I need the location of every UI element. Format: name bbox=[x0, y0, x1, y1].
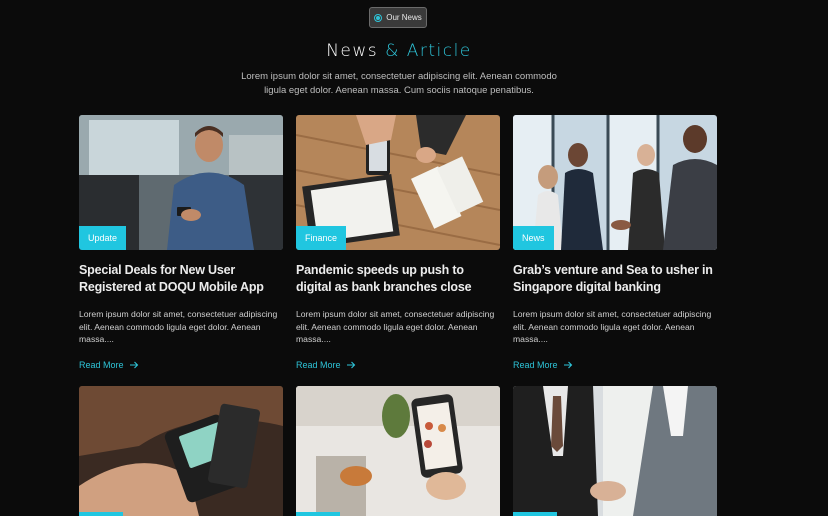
article-excerpt: Lorem ipsum dolor sit amet, consectetuer… bbox=[296, 309, 495, 344]
article-excerpt: Lorem ipsum dolor sit amet, consectetuer… bbox=[513, 309, 712, 344]
article-image[interactable] bbox=[296, 386, 500, 516]
article-image[interactable] bbox=[79, 386, 283, 516]
read-more-label: Read More bbox=[296, 359, 341, 370]
arrow-right-icon bbox=[563, 361, 572, 368]
title-accent: & Article bbox=[385, 41, 472, 61]
arrow-right-icon bbox=[129, 361, 138, 368]
dot-circle-icon bbox=[374, 13, 383, 22]
category-tag: News bbox=[513, 226, 554, 250]
article-image[interactable]: Finance bbox=[296, 115, 500, 250]
category-tag: Finance bbox=[296, 226, 347, 250]
read-more-link[interactable]: Read More bbox=[296, 360, 500, 370]
article-image[interactable]: News bbox=[513, 115, 717, 250]
read-more-link[interactable]: Read More bbox=[513, 360, 717, 370]
read-more-link[interactable]: Read More bbox=[79, 360, 283, 370]
article-image[interactable] bbox=[513, 386, 717, 516]
category-tag bbox=[296, 512, 340, 516]
our-news-badge: Our News bbox=[369, 7, 427, 28]
badge-label: Our News bbox=[386, 13, 422, 22]
section-title: News & Article bbox=[0, 41, 798, 61]
category-tag: Update bbox=[79, 226, 127, 250]
article-title[interactable]: Special Deals for New User Registered at… bbox=[79, 262, 283, 296]
article-card: Update Special Deals for New User Regist… bbox=[79, 115, 283, 370]
category-tag bbox=[513, 512, 557, 516]
article-excerpt: Lorem ipsum dolor sit amet, consectetuer… bbox=[79, 309, 278, 344]
section-intro: Lorem ipsum dolor sit amet, consectetuer… bbox=[241, 71, 557, 96]
article-title[interactable]: Pandemic speeds up push to digital as ba… bbox=[296, 262, 500, 296]
article-card: News Grab’s venture and Sea to usher in … bbox=[513, 115, 717, 370]
article-title[interactable]: Grab’s venture and Sea to usher in Singa… bbox=[513, 262, 717, 296]
category-tag bbox=[79, 512, 123, 516]
read-more-label: Read More bbox=[513, 359, 558, 370]
title-main: News bbox=[326, 41, 379, 61]
article-image[interactable]: Update bbox=[79, 115, 283, 250]
arrow-right-icon bbox=[346, 361, 355, 368]
read-more-label: Read More bbox=[79, 359, 124, 370]
article-card: Finance Pandemic speeds up push to digit… bbox=[296, 115, 500, 370]
